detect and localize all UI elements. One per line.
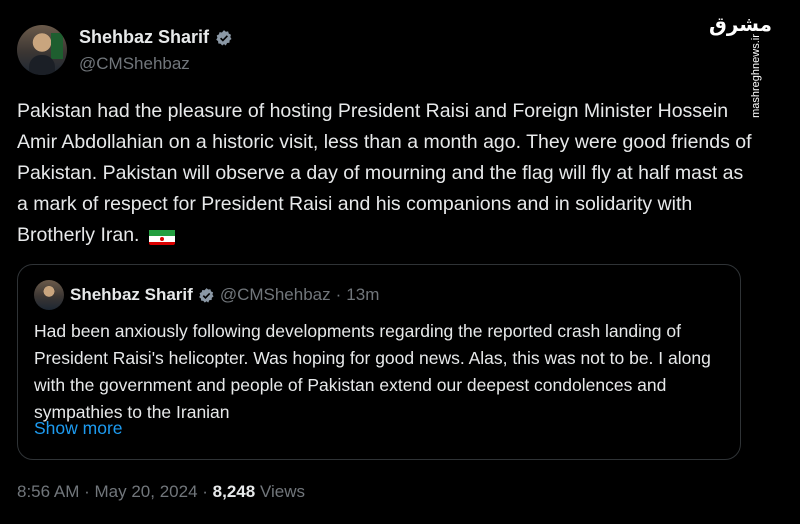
watermark-logo: مشرق xyxy=(708,12,772,36)
tweet-footer: 8:56 AM · May 20, 2024 · 8,248 Views xyxy=(17,482,305,502)
tweet-text: Pakistan had the pleasure of hosting Pre… xyxy=(17,100,752,246)
quoted-header: Shehbaz Sharif @CMShehbaz · 13m xyxy=(70,285,379,305)
verified-badge-icon xyxy=(216,29,232,45)
quoted-tweet[interactable]: Shehbaz Sharif @CMShehbaz · 13m Had been… xyxy=(17,264,741,460)
author-handle[interactable]: @CMShehbaz xyxy=(79,54,190,74)
tweet-time[interactable]: 8:56 AM xyxy=(17,482,79,501)
quoted-author-name[interactable]: Shehbaz Sharif xyxy=(70,285,193,305)
views-label: Views xyxy=(259,482,305,501)
tweet-date[interactable]: May 20, 2024 xyxy=(95,482,198,501)
footer-separator: · xyxy=(84,482,90,501)
tweet-body: Pakistan had the pleasure of hosting Pre… xyxy=(17,96,757,251)
quoted-author-avatar[interactable] xyxy=(34,280,64,310)
author-avatar[interactable] xyxy=(17,25,67,75)
author-name-row: Shehbaz Sharif xyxy=(79,27,233,48)
quoted-author-handle[interactable]: @CMShehbaz xyxy=(220,285,331,305)
show-more-link[interactable]: Show more xyxy=(34,418,123,439)
tweet-header: Shehbaz Sharif @CMShehbaz xyxy=(17,22,667,78)
quoted-text: Had been anxiously following development… xyxy=(34,321,711,422)
quoted-timestamp[interactable]: 13m xyxy=(346,285,379,305)
views-count: 8,248 xyxy=(212,482,256,501)
author-name[interactable]: Shehbaz Sharif xyxy=(79,27,209,48)
quoted-separator: · xyxy=(335,285,342,304)
iran-flag-icon xyxy=(148,227,175,245)
footer-separator: · xyxy=(202,482,208,501)
verified-badge-icon xyxy=(198,287,214,303)
